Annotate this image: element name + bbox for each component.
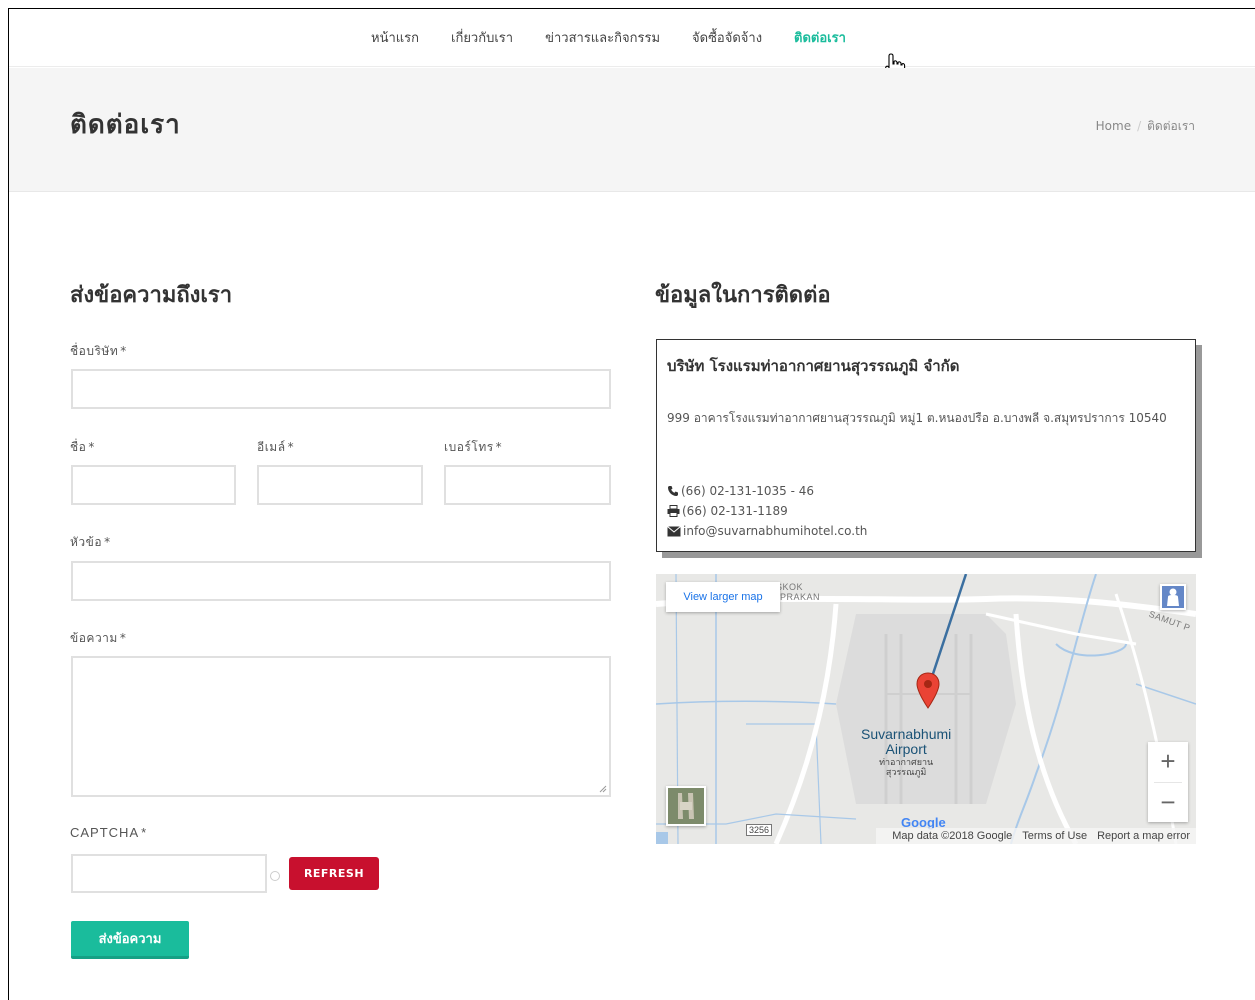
contact-fax: (66) 02-131-1189: [682, 504, 788, 518]
phone-icon: [668, 486, 678, 496]
contact-phone-line: (66) 02-131-1035 - 46: [667, 484, 814, 498]
captcha-input[interactable]: [71, 854, 267, 893]
message-textarea[interactable]: [71, 656, 611, 797]
nav-item-procurement[interactable]: จัดซื้อจัดจ้าง: [692, 27, 762, 48]
company-address: 999 อาคารโรงแรมท่าอากาศยานสุวรรณภูมิ หมู…: [667, 411, 1167, 425]
contact-email-line: info@suvarnabhumihotel.co.th: [667, 524, 867, 538]
form-heading: ส่งข้อความถึงเรา: [70, 283, 233, 308]
map-label-airport: Suvarnabhumi Airport ท่าอากาศยาน สุวรรณภ…: [861, 726, 952, 778]
map-terms-link[interactable]: Terms of Use: [1022, 830, 1087, 842]
page-frame: หน้าแรก เกี่ยวกับเรา ข่าวสารและกิจกรรม จ…: [8, 8, 1255, 1000]
subject-input[interactable]: [71, 561, 611, 601]
send-message-button[interactable]: ส่งข้อความ: [71, 921, 189, 959]
message-label: ข้อความ *: [70, 631, 127, 645]
zoom-in-button[interactable]: +: [1148, 742, 1188, 782]
name-input[interactable]: [71, 465, 236, 505]
contact-fax-line: (66) 02-131-1189: [667, 504, 788, 518]
map-pin-icon[interactable]: [915, 672, 941, 710]
map-data-credit: Map data ©2018 Google: [892, 830, 1013, 842]
nav-item-news[interactable]: ข่าวสารและกิจกรรม: [545, 27, 660, 48]
contact-heading: ข้อมูลในการติดต่อ: [655, 283, 831, 308]
contact-email[interactable]: info@suvarnabhumihotel.co.th: [683, 524, 867, 538]
nav-menu: หน้าแรก เกี่ยวกับเรา ข่าวสารและกิจกรรม จ…: [371, 27, 878, 48]
company-input[interactable]: [71, 369, 611, 409]
view-larger-map-link[interactable]: View larger map: [666, 582, 780, 612]
name-label: ชื่อ *: [70, 440, 95, 454]
captcha-loading-indicator: [270, 871, 280, 881]
email-label: อีเมล์ *: [257, 440, 295, 454]
resize-grip-icon[interactable]: [597, 783, 607, 793]
zoom-controls: + −: [1148, 742, 1188, 822]
company-name: บริษัท โรงแรมท่าอากาศยานสุวรรณภูมิ จำกัด: [667, 357, 960, 375]
refresh-captcha-button[interactable]: REFRESH: [289, 857, 379, 890]
contact-phone: (66) 02-131-1035 - 46: [681, 484, 815, 498]
breadcrumb-home-link[interactable]: Home: [1096, 119, 1131, 133]
page-title-bar: ติดต่อเรา Home / ติดต่อเรา: [9, 68, 1255, 192]
captcha-label: CAPTCHA *: [70, 825, 148, 840]
breadcrumb-current: ติดต่อเรา: [1147, 119, 1195, 133]
envelope-icon: [667, 525, 681, 536]
phone-label: เบอร์โทร *: [444, 440, 503, 454]
satellite-thumbnail-icon: [668, 788, 704, 824]
nav-item-contact[interactable]: ติดต่อเรา: [794, 27, 846, 48]
zoom-out-button[interactable]: −: [1148, 783, 1188, 823]
pegman-icon: [1162, 586, 1184, 608]
fax-icon: [667, 505, 680, 517]
nav-item-about[interactable]: เกี่ยวกับเรา: [451, 27, 513, 48]
map-report-link[interactable]: Report a map error: [1097, 830, 1190, 842]
subject-label: หัวข้อ *: [70, 535, 111, 549]
road-shield: 3256: [746, 824, 773, 836]
top-navigation: หน้าแรก เกี่ยวกับเรา ข่าวสารและกิจกรรม จ…: [9, 9, 1255, 79]
nav-item-home[interactable]: หน้าแรก: [371, 27, 419, 48]
page-title: ติดต่อเรา: [70, 110, 181, 140]
map-label-prakan: PRAKAN: [780, 592, 821, 602]
email-input[interactable]: [257, 465, 423, 505]
company-label: ชื่อบริษัท *: [70, 344, 127, 358]
phone-input[interactable]: [444, 465, 611, 505]
map-footer: Map data ©2018 Google Terms of Use Report …: [876, 828, 1196, 844]
breadcrumb-separator: /: [1137, 119, 1142, 133]
google-map[interactable]: SKOK PRAKAN SAMUT P View larger map Suva…: [656, 574, 1196, 844]
street-view-button[interactable]: [1160, 584, 1186, 610]
contact-card: บริษัท โรงแรมท่าอากาศยานสุวรรณภูมิ จำกัด…: [656, 339, 1196, 552]
breadcrumb: Home / ติดต่อเรา: [1096, 117, 1195, 136]
satellite-toggle[interactable]: [666, 786, 706, 826]
map-label-bangkok: SKOK: [776, 582, 804, 592]
